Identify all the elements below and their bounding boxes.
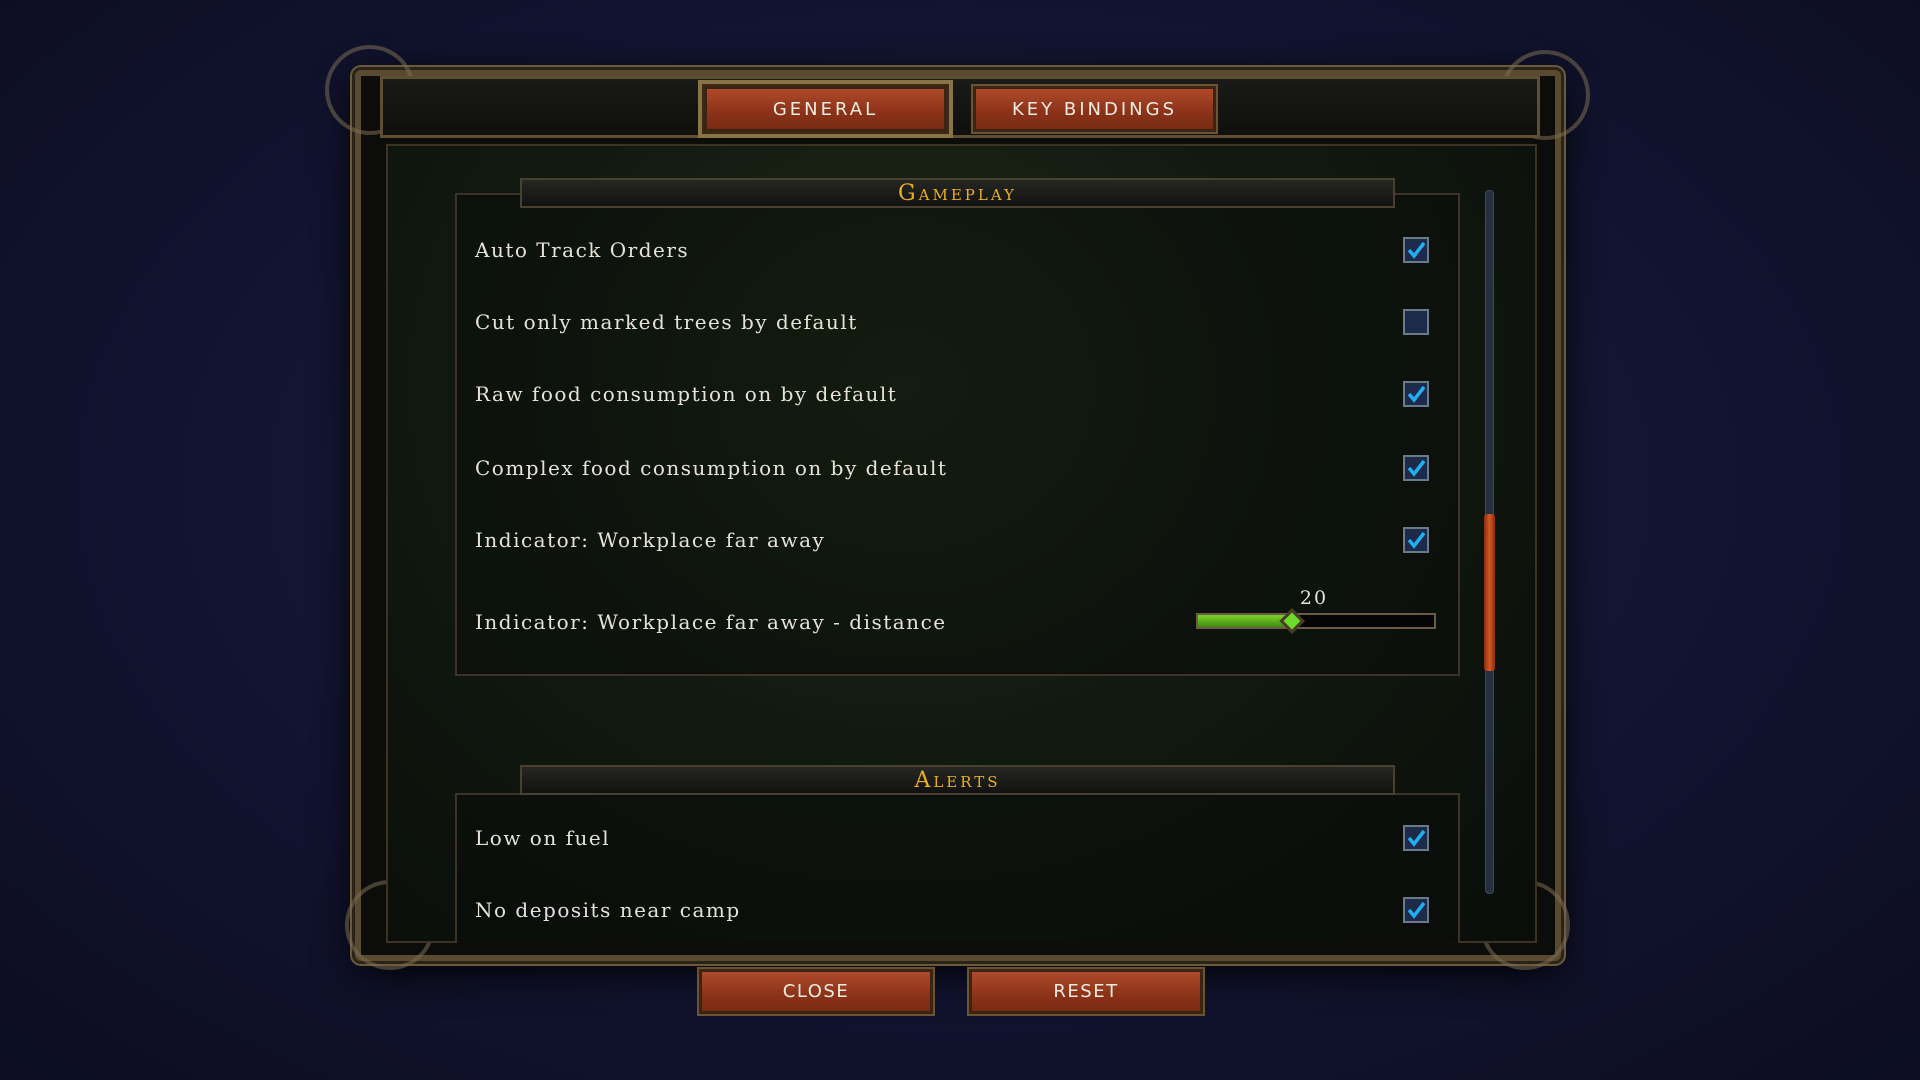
checkmark-icon [1407,385,1426,403]
tab-key-bindings[interactable]: KEY BINDINGS [973,86,1216,132]
setting-label: Indicator: Workplace far away - distance [475,610,947,634]
setting-label: Auto Track Orders [475,238,690,262]
setting-label: Complex food consumption on by default [475,456,948,480]
slider-value: 20 [1299,587,1329,609]
scrollbar-thumb[interactable] [1484,514,1495,671]
checkmark-icon [1407,531,1426,549]
setting-label: Indicator: Workplace far away [475,528,826,552]
auto-track-orders-checkbox[interactable] [1403,237,1429,263]
low-on-fuel-checkbox[interactable] [1403,825,1429,851]
gameplay-section-title: Gameplay [520,178,1395,208]
tab-general[interactable]: GENERAL [704,86,947,132]
setting-label: No deposits near camp [475,898,741,922]
workplace-far-checkbox[interactable] [1403,527,1429,553]
checkmark-icon [1407,459,1426,477]
alerts-section-title: Alerts [520,765,1395,795]
complex-food-checkbox[interactable] [1403,455,1429,481]
close-button[interactable]: CLOSE [699,969,933,1014]
setting-label: Low on fuel [475,826,611,850]
checkmark-icon [1407,241,1426,259]
checkmark-icon [1407,901,1426,919]
setting-label: Raw food consumption on by default [475,382,898,406]
no-deposits-checkbox[interactable] [1403,897,1429,923]
tab-bar [380,76,1540,138]
setting-label: Cut only marked trees by default [475,310,858,334]
distance-slider-track[interactable] [1196,613,1436,629]
checkmark-icon [1407,829,1426,847]
slider-fill [1198,615,1293,627]
reset-button[interactable]: RESET [969,969,1203,1014]
raw-food-checkbox[interactable] [1403,381,1429,407]
cut-marked-trees-checkbox[interactable] [1403,309,1429,335]
